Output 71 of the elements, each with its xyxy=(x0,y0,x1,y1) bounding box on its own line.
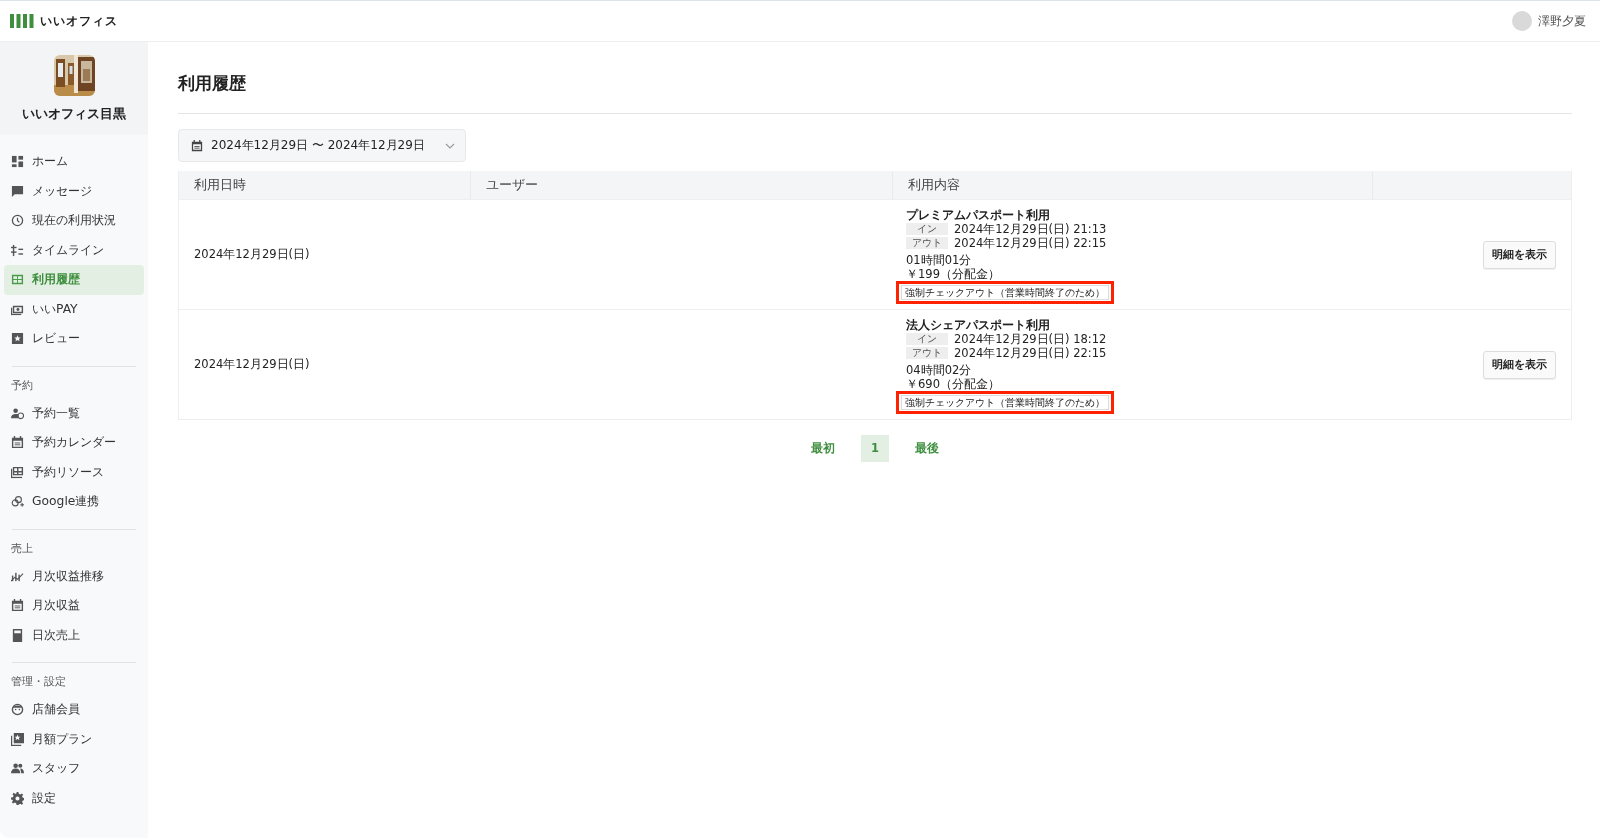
status-tag: イン xyxy=(906,223,948,235)
plan-name: プレミアムパスポート利用 xyxy=(906,208,1051,222)
clock-icon xyxy=(11,214,24,228)
details-button[interactable]: 明細を表示 xyxy=(1483,350,1556,379)
sidebar-item[interactable]: 日次売上 xyxy=(4,620,144,650)
check-out-time: 2024年12月29日(日) 22:15 xyxy=(954,236,1107,250)
chat-bubble-icon xyxy=(11,184,24,198)
amount-text: ￥690（分配金） xyxy=(906,377,1001,391)
sidebar-item[interactable]: タイムライン xyxy=(4,235,144,265)
calendar-icon xyxy=(191,139,203,152)
logo-icon xyxy=(10,14,34,28)
check-in-time: 2024年12月29日(日) 21:13 xyxy=(954,222,1107,236)
section-heading: 管理・設定 xyxy=(10,674,67,689)
sidebar-item[interactable]: メッセージ xyxy=(4,176,144,206)
section-heading: 売上 xyxy=(10,540,34,556)
page-title: 利用履歴 xyxy=(178,70,1572,114)
calendar-icon xyxy=(11,436,24,450)
amount-text: ￥199（分配金） xyxy=(906,267,1001,281)
status-tag: イン xyxy=(906,333,948,345)
status-tag: アウト xyxy=(906,347,948,359)
details-button[interactable]: 明細を表示 xyxy=(1483,240,1556,269)
app-name: いいオフィス xyxy=(40,12,118,30)
sidebar-item[interactable]: 店舗会員 xyxy=(4,695,144,725)
page-link[interactable]: 最後 xyxy=(905,435,949,462)
people-icon xyxy=(11,762,24,776)
user-name[interactable]: 澤野夕夏 xyxy=(1538,12,1586,30)
sidebar-item[interactable]: いいPAY xyxy=(4,294,144,324)
sidebar-item[interactable]: 利用履歴 xyxy=(4,265,144,295)
table-icon xyxy=(11,465,24,479)
sidebar-item[interactable]: 設定 xyxy=(4,783,144,813)
avatar-icon xyxy=(1512,11,1532,31)
sidebar-item[interactable]: 予約一覧 xyxy=(4,398,144,428)
duration-text: 01時間01分 xyxy=(906,253,973,267)
column-header: 利用内容 xyxy=(908,176,960,194)
column-header: 利用日時 xyxy=(194,176,246,194)
sidebar-item[interactable]: 予約リソース xyxy=(4,457,144,487)
status-tag: アウト xyxy=(906,237,948,249)
page-link[interactable]: 最初 xyxy=(801,435,845,462)
timeline-icon xyxy=(11,243,24,257)
checkout-notice: 強制チェックアウト（営業時間終了のため） xyxy=(901,395,1109,410)
sidebar-item[interactable]: Google連携 xyxy=(4,487,144,517)
sidebar-item[interactable]: 予約カレンダー xyxy=(4,428,144,458)
chevron-down-icon xyxy=(444,142,455,149)
star-card-icon xyxy=(11,732,24,746)
calculator-icon xyxy=(11,628,24,642)
sidebar-item[interactable]: ホーム xyxy=(4,147,144,177)
table-icon xyxy=(11,273,24,287)
section-heading: 予約 xyxy=(10,377,34,393)
calendar-icon xyxy=(11,599,24,613)
sidebar-item[interactable]: 現在の利用状況 xyxy=(4,206,144,236)
table-cell: 2024年12月29日(日) xyxy=(194,357,310,372)
link-icon xyxy=(11,495,24,509)
column-header: ユーザー xyxy=(486,176,538,194)
dashboard-icon xyxy=(11,155,24,169)
check-in-time: 2024年12月29日(日) 18:12 xyxy=(954,332,1107,346)
sidebar-item[interactable]: 月次収益 xyxy=(4,591,144,621)
star-icon xyxy=(11,332,24,346)
store-name: いいオフィス目黒 xyxy=(22,106,126,123)
sidebar-item[interactable]: 月額プラン xyxy=(4,724,144,754)
face-icon xyxy=(11,703,24,717)
sidebar-item[interactable]: レビュー xyxy=(4,324,144,354)
check-out-time: 2024年12月29日(日) 22:15 xyxy=(954,346,1107,360)
date-range-field[interactable]: 2024年12月29日 〜 2024年12月29日 xyxy=(178,129,466,162)
sidebar-item[interactable]: スタッフ xyxy=(4,754,144,784)
table-cell: 2024年12月29日(日) xyxy=(194,247,310,262)
sidebar-item[interactable]: 月次収益推移 xyxy=(4,561,144,591)
checkout-notice: 強制チェックアウト（営業時間終了のため） xyxy=(901,285,1109,300)
duration-text: 04時間02分 xyxy=(906,363,973,377)
plan-name: 法人シェアパスポート利用 xyxy=(906,318,1051,332)
person-clock-icon xyxy=(11,406,24,420)
settings-icon xyxy=(11,791,24,805)
